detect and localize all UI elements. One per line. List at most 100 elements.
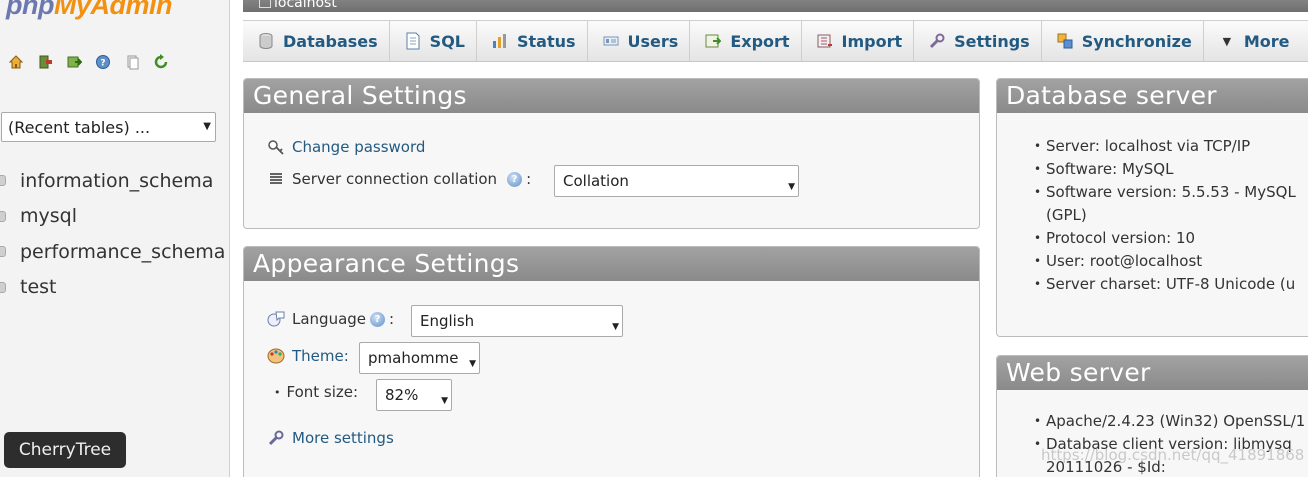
- wrench-icon: [928, 32, 946, 50]
- database-item[interactable]: information_schema: [0, 163, 225, 199]
- list-item: Software version: 5.5.53 - MySQL: [1034, 181, 1296, 204]
- logo-admin: Admin: [90, 0, 173, 20]
- tab-label: Synchronize: [1081, 31, 1192, 51]
- chevron-down-icon: ▼: [203, 121, 211, 132]
- theme-row: Theme:: [266, 346, 349, 366]
- recent-tables-select[interactable]: (Recent tables) ... ▼: [1, 112, 216, 142]
- database-icon: [0, 281, 6, 293]
- panel-title: Web server: [997, 356, 1308, 390]
- database-tree: information_schema mysql performance_sch…: [0, 163, 225, 305]
- collation-select-value: Collation: [563, 172, 629, 190]
- list-item: User: root@localhost: [1034, 250, 1296, 273]
- tab-users[interactable]: Users: [588, 21, 691, 61]
- query-window-icon[interactable]: [66, 54, 82, 70]
- font-size-select-value: 82%: [385, 386, 419, 404]
- reload-icon[interactable]: [153, 54, 169, 70]
- sql-icon: [404, 32, 422, 50]
- language-row: Language ?:: [266, 309, 394, 329]
- theme-select-value: pmahomme: [368, 349, 459, 367]
- list-icon: [266, 169, 286, 189]
- collation-select[interactable]: Collation ▼: [554, 165, 799, 197]
- list-item: Protocol version: 10: [1034, 227, 1296, 250]
- panel-title: Appearance Settings: [244, 247, 979, 281]
- chevron-down-icon: ▼: [469, 359, 476, 369]
- font-size-select[interactable]: 82% ▼: [376, 379, 452, 411]
- font-size-row: • Font size:: [274, 383, 358, 401]
- collation-row: Server connection collation ?:: [266, 169, 531, 189]
- language-icon: [266, 309, 286, 329]
- general-settings-panel: General Settings Change password Server …: [243, 78, 980, 229]
- database-name: performance_schema: [20, 240, 226, 263]
- server-label: localhost: [274, 0, 337, 11]
- tab-label: Settings: [954, 31, 1030, 51]
- top-menu-tabs: Databases SQL Status Users Export Import…: [243, 20, 1308, 62]
- change-password-row: Change password: [266, 137, 425, 157]
- list-item: Server: localhost via TCP/IP: [1034, 135, 1296, 158]
- exit-icon[interactable]: [37, 54, 53, 70]
- theme-link[interactable]: Theme:: [292, 347, 349, 365]
- tab-label: Export: [730, 31, 790, 51]
- export-icon: [704, 32, 722, 50]
- cherrytree-label: CherryTree: [18, 440, 112, 460]
- colon-separator: :: [389, 310, 395, 328]
- database-name: test: [20, 276, 57, 299]
- database-icon: [0, 210, 6, 222]
- logo-my: My: [53, 0, 91, 20]
- colon-separator: :: [526, 170, 532, 188]
- web-server-list: Apache/2.4.23 (Win32) OpenSSL/1 Database…: [1034, 410, 1305, 477]
- database-server-panel: Database server Server: localhost via TC…: [996, 78, 1308, 337]
- server-icon: [259, 0, 271, 8]
- navigation-panel: phpMyAdmin ? (Recent tables) ... ▼ infor…: [0, 0, 230, 477]
- recent-tables-value: (Recent tables) ...: [8, 118, 151, 137]
- theme-select[interactable]: pmahomme ▼: [359, 342, 480, 374]
- key-icon: [266, 137, 286, 157]
- tab-databases[interactable]: Databases: [243, 21, 390, 61]
- database-item[interactable]: test: [0, 270, 225, 306]
- tab-status[interactable]: Status: [477, 21, 588, 61]
- database-icon: [0, 246, 6, 258]
- language-select-value: English: [420, 312, 475, 330]
- list-item: Server charset: UTF-8 Unicode (u: [1034, 273, 1296, 296]
- panel-title: General Settings: [244, 79, 979, 113]
- home-icon[interactable]: [8, 54, 24, 70]
- tab-label: Import: [841, 31, 903, 51]
- copy-icon[interactable]: [124, 54, 140, 70]
- tab-import[interactable]: Import: [802, 21, 915, 61]
- more-settings-row: More settings: [266, 428, 394, 448]
- panel-title: Database server: [997, 79, 1308, 113]
- font-size-label: Font size:: [286, 383, 359, 401]
- tab-label: Status: [517, 31, 576, 51]
- cherrytree-taskbar-button[interactable]: CherryTree: [4, 432, 126, 468]
- tab-export[interactable]: Export: [690, 21, 802, 61]
- list-item: Software: MySQL: [1034, 158, 1296, 181]
- docs-icon[interactable]: ?: [95, 54, 111, 70]
- tab-synchronize[interactable]: Synchronize: [1042, 21, 1204, 61]
- bullet: •: [274, 385, 281, 399]
- database-item[interactable]: mysql: [0, 199, 225, 235]
- tab-more[interactable]: ▼ More: [1204, 21, 1301, 61]
- tab-label: More: [1243, 31, 1290, 51]
- server-breadcrumb[interactable]: localhost: [243, 0, 1308, 12]
- logo-php: php: [6, 0, 54, 20]
- language-select[interactable]: English ▼: [411, 305, 623, 337]
- help-icon[interactable]: ?: [507, 171, 523, 187]
- tab-settings[interactable]: Settings: [914, 21, 1042, 61]
- database-icon: [0, 175, 6, 187]
- database-name: mysql: [20, 205, 77, 228]
- more-settings-link[interactable]: More settings: [292, 429, 394, 447]
- appearance-settings-panel: Appearance Settings Language ?: English …: [243, 246, 980, 477]
- tab-label: Databases: [283, 31, 378, 51]
- database-server-list: Server: localhost via TCP/IP Software: M…: [1034, 135, 1296, 296]
- import-icon: [816, 32, 834, 50]
- help-icon[interactable]: ?: [370, 311, 386, 327]
- chevron-down-icon: ▼: [441, 396, 448, 406]
- collation-label: Server connection collation: [292, 170, 498, 188]
- users-icon: [602, 32, 620, 50]
- tab-sql[interactable]: SQL: [390, 21, 477, 61]
- tab-label: SQL: [429, 31, 465, 51]
- phpmyadmin-logo[interactable]: phpMyAdmin: [6, 0, 172, 21]
- change-password-link[interactable]: Change password: [292, 138, 425, 156]
- database-name: information_schema: [20, 169, 214, 192]
- database-item[interactable]: performance_schema: [0, 234, 225, 270]
- palette-icon: [266, 346, 286, 366]
